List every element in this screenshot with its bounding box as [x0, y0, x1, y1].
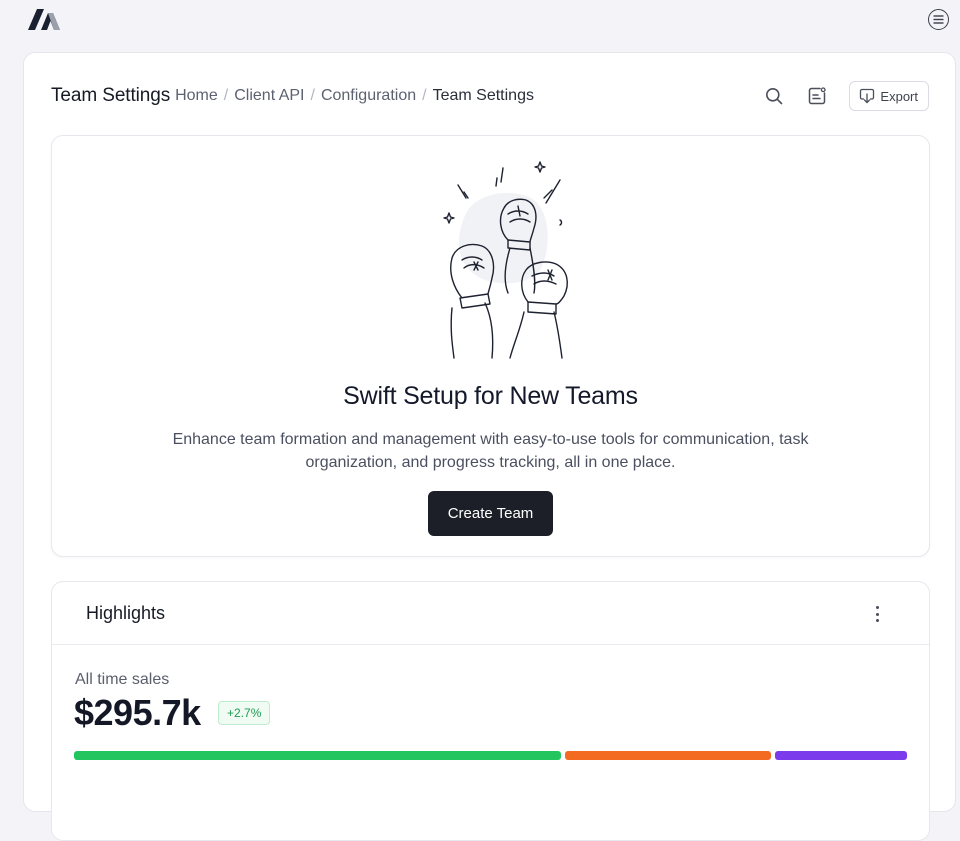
export-label: Export	[880, 88, 918, 104]
menu-icon[interactable]	[928, 9, 949, 30]
logo-mark-icon[interactable]	[26, 6, 62, 32]
breadcrumb-client-api[interactable]: Client API	[234, 87, 304, 105]
metric-label: All time sales	[75, 671, 170, 688]
page-title: Team Settings	[51, 85, 171, 106]
change-badge: +2.7%	[218, 701, 271, 725]
export-button[interactable]: Export	[849, 81, 929, 111]
breadcrumb-separator: /	[223, 87, 229, 104]
hero-description: Enhance team formation and management wi…	[172, 431, 809, 471]
search-icon	[766, 88, 783, 105]
sticky-note-icon	[809, 87, 827, 105]
more-options-icon[interactable]	[871, 604, 883, 624]
sales-breakdown-bar	[74, 751, 907, 760]
highlights-header: Highlights	[52, 582, 929, 645]
page-header: Team Settings Home / Client API / Config…	[51, 81, 929, 111]
raised-fists-illustration	[443, 161, 568, 359]
breadcrumb: Home / Client API / Configuration / Team…	[175, 87, 534, 105]
sales-bar-segment	[565, 751, 771, 760]
download-icon	[860, 88, 875, 104]
team-setup-card: Swift Setup for New Teams Enhance team f…	[51, 135, 930, 557]
breadcrumb-home[interactable]: Home	[175, 87, 218, 105]
hero-title: Swift Setup for New Teams	[343, 382, 638, 410]
main-panel: Team Settings Home / Client API / Config…	[23, 52, 956, 841]
highlights-title: Highlights	[86, 603, 166, 623]
breadcrumb-separator: /	[422, 87, 427, 104]
breadcrumb-current: Team Settings	[432, 87, 534, 104]
breadcrumb-configuration[interactable]: Configuration	[321, 87, 416, 105]
search-button[interactable]	[763, 85, 785, 107]
sales-bar-segment	[74, 751, 561, 760]
header-actions: Export	[742, 81, 929, 111]
notes-button[interactable]	[806, 85, 828, 107]
create-team-button[interactable]: Create Team	[428, 491, 553, 536]
metric-value: $295.7k	[74, 692, 201, 733]
breadcrumb-separator: /	[310, 87, 315, 104]
top-bar	[0, 0, 960, 40]
highlights-card: Highlights All time sales $295.7k +2.7%	[51, 581, 930, 841]
sales-bar-segment	[775, 751, 907, 760]
